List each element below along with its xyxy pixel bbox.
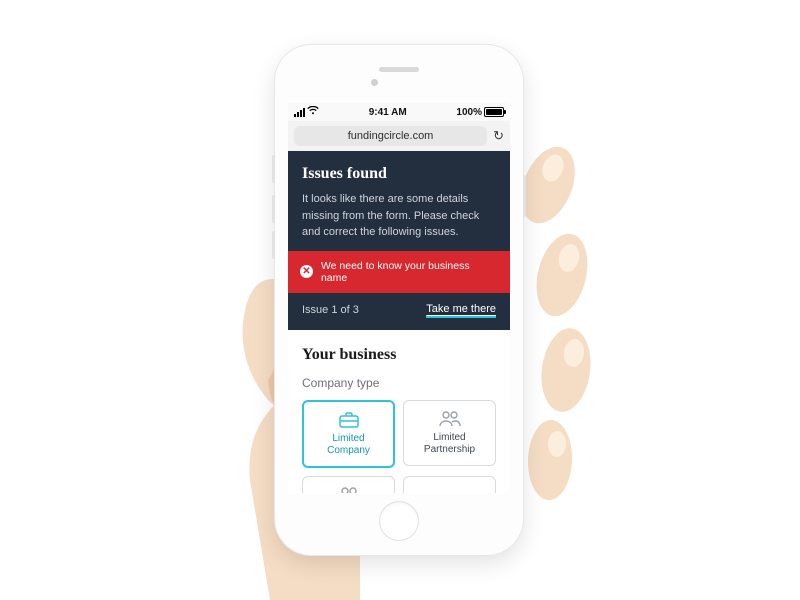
issue-counter: Issue 1 of 3	[302, 304, 359, 316]
page-content: Issues found It looks like there are som…	[288, 151, 510, 493]
wifi-icon	[307, 106, 319, 118]
your-business-section: Your business Company type Li	[288, 330, 510, 494]
issues-title: Issues found	[302, 165, 496, 183]
reload-icon[interactable]: ↻	[493, 128, 504, 144]
phone-frame: 9:41 AM 100% fundingcircle.com ↻	[275, 45, 523, 555]
browser-address-bar: fundingcircle.com ↻	[288, 121, 510, 152]
section-title: Your business	[302, 346, 496, 364]
error-icon: ✕	[300, 265, 313, 278]
issues-panel: Issues found It looks like there are som…	[288, 151, 510, 251]
company-type-limited-company[interactable]: Limited Company	[302, 400, 395, 468]
status-bar: 9:41 AM 100%	[288, 103, 510, 121]
error-message: We need to know your business name	[321, 260, 498, 284]
signal-icon	[294, 108, 305, 117]
person-icon	[441, 492, 459, 494]
status-bar-time: 9:41 AM	[319, 107, 456, 118]
status-bar-battery-pct: 100%	[456, 107, 482, 118]
company-type-limited-partnership[interactable]: Limited Partnership	[403, 400, 496, 466]
company-type-grid: Limited Company Lim	[302, 400, 496, 494]
phone-front-camera	[371, 79, 378, 86]
address-field[interactable]: fundingcircle.com	[294, 126, 487, 146]
company-type-label: Company type	[302, 376, 496, 390]
company-type-label: Limited Company	[314, 433, 384, 457]
people-icon	[438, 410, 462, 428]
take-me-there-link[interactable]: Take me there	[426, 303, 496, 318]
address-url: fundingcircle.com	[348, 130, 434, 142]
people-icon	[337, 486, 361, 494]
phone-top-bezel	[275, 45, 523, 103]
company-type-label: Limited Partnership	[415, 432, 485, 456]
error-banner: ✕ We need to know your business name	[288, 251, 510, 293]
phone-speaker	[379, 67, 419, 72]
company-type-ordinary-partnership[interactable]: Ordinary Partnership	[302, 476, 395, 494]
issue-nav-bar: Issue 1 of 3 Take me there	[288, 293, 510, 330]
home-button[interactable]	[379, 501, 419, 541]
phone-screen: 9:41 AM 100% fundingcircle.com ↻	[288, 103, 510, 493]
company-type-sole-trader[interactable]: Sole Trader	[403, 476, 496, 494]
issues-description: It looks like there are some details mis…	[302, 191, 496, 241]
battery-icon	[484, 107, 504, 117]
briefcase-icon	[339, 411, 359, 429]
